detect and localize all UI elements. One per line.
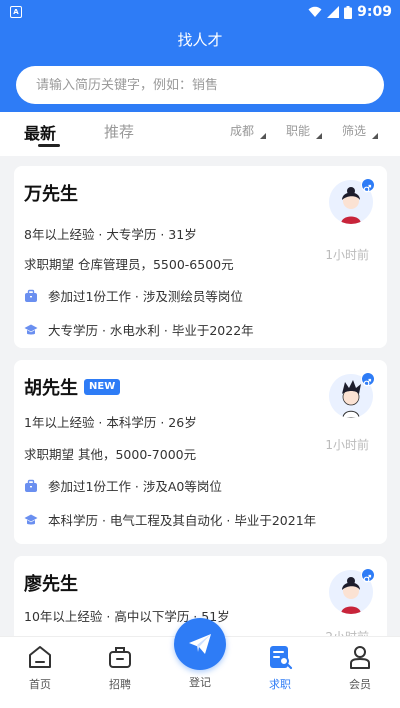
male-gender-icon	[361, 372, 375, 387]
paper-plane-icon	[189, 634, 211, 654]
male-gender-icon	[361, 178, 375, 193]
candidate-name: 胡先生 NEW	[24, 374, 121, 400]
search-bar[interactable]	[16, 66, 384, 104]
candidate-card[interactable]: 万先生 8年以上经验 · 大专学历 · 31岁 求职期望 仓库管理员，5500-…	[14, 166, 387, 348]
search-input[interactable]	[36, 77, 356, 93]
post-button[interactable]	[174, 618, 226, 670]
candidate-summary: 8年以上经验 · 大专学历 · 31岁	[24, 227, 197, 242]
candidate-education: 本科学历 · 电气工程及其自动化 · 毕业于2021年	[24, 510, 316, 529]
dropdown-triangle-icon	[372, 133, 379, 139]
home-icon	[29, 646, 51, 668]
filter-city[interactable]: 成都	[230, 122, 267, 139]
candidate-work: 参加过1份工作 · 涉及测绘员等岗位	[24, 286, 243, 305]
filter-city-label: 成都	[230, 124, 255, 138]
candidate-work: 参加过1份工作 · 涉及A0等岗位	[24, 476, 222, 495]
male-gender-icon	[361, 568, 375, 583]
nav-member-label: 会员	[349, 678, 371, 691]
dropdown-triangle-icon	[260, 133, 267, 139]
briefcase-icon	[25, 479, 37, 492]
candidate-education: 大专学历 · 水电水利 · 毕业于2022年	[24, 320, 254, 339]
time-ago: 1小时前	[325, 438, 369, 452]
nav-recruit[interactable]: 招聘	[90, 643, 150, 692]
candidate-summary: 1年以上经验 · 本科学历 · 26岁	[24, 415, 197, 430]
tabs-row: 最新 推荐 成都 职能 筛选	[0, 112, 400, 156]
status-bar: A 9:09	[0, 0, 400, 24]
nav-home[interactable]: 首页	[10, 643, 70, 692]
tab-latest[interactable]: 最新	[24, 120, 56, 144]
candidate-name: 万先生	[24, 184, 78, 205]
time-ago: 1小时前	[325, 248, 369, 262]
nav-job-search-label: 求职	[269, 678, 291, 691]
signal-icon	[327, 6, 340, 18]
graduation-cap-icon	[24, 514, 38, 524]
dropdown-triangle-icon	[316, 133, 323, 139]
graduation-cap-icon	[24, 324, 38, 334]
battery-icon	[344, 5, 353, 19]
tab-active-indicator	[38, 144, 60, 147]
user-icon	[350, 646, 370, 669]
nav-home-label: 首页	[29, 678, 51, 691]
wifi-icon	[308, 6, 322, 17]
resume-search-icon	[270, 646, 293, 670]
time-ago: 2小时前	[325, 628, 369, 636]
candidate-card[interactable]: 胡先生 NEW 1年以上经验 · 本科学历 · 26岁 求职期望 其他，5000…	[14, 360, 387, 544]
nav-job-search[interactable]: 求职	[250, 643, 310, 692]
nav-recruit-label: 招聘	[109, 678, 131, 691]
post-button-label: 登记	[189, 676, 211, 689]
candidate-name: 廖先生	[24, 574, 78, 595]
tab-recommend[interactable]: 推荐	[104, 121, 134, 142]
filter-function[interactable]: 职能	[286, 122, 323, 139]
nav-member[interactable]: 会员	[330, 643, 390, 692]
briefcase-icon	[25, 289, 37, 302]
filter-function-label: 职能	[286, 124, 311, 138]
candidate-list: 万先生 8年以上经验 · 大专学历 · 31岁 求职期望 仓库管理员，5500-…	[0, 156, 400, 636]
filter-screen[interactable]: 筛选	[342, 122, 379, 139]
filter-screen-label: 筛选	[342, 124, 367, 138]
briefcase-icon	[109, 647, 131, 668]
page-title: 找人才	[177, 31, 223, 49]
candidate-expectation: 求职期望 仓库管理员，5500-6500元	[24, 257, 234, 272]
status-time: 9:09	[357, 4, 392, 20]
notification-icon: A	[10, 6, 22, 18]
new-badge: NEW	[84, 379, 121, 395]
candidate-expectation: 求职期望 其他，5000-7000元	[24, 447, 197, 462]
